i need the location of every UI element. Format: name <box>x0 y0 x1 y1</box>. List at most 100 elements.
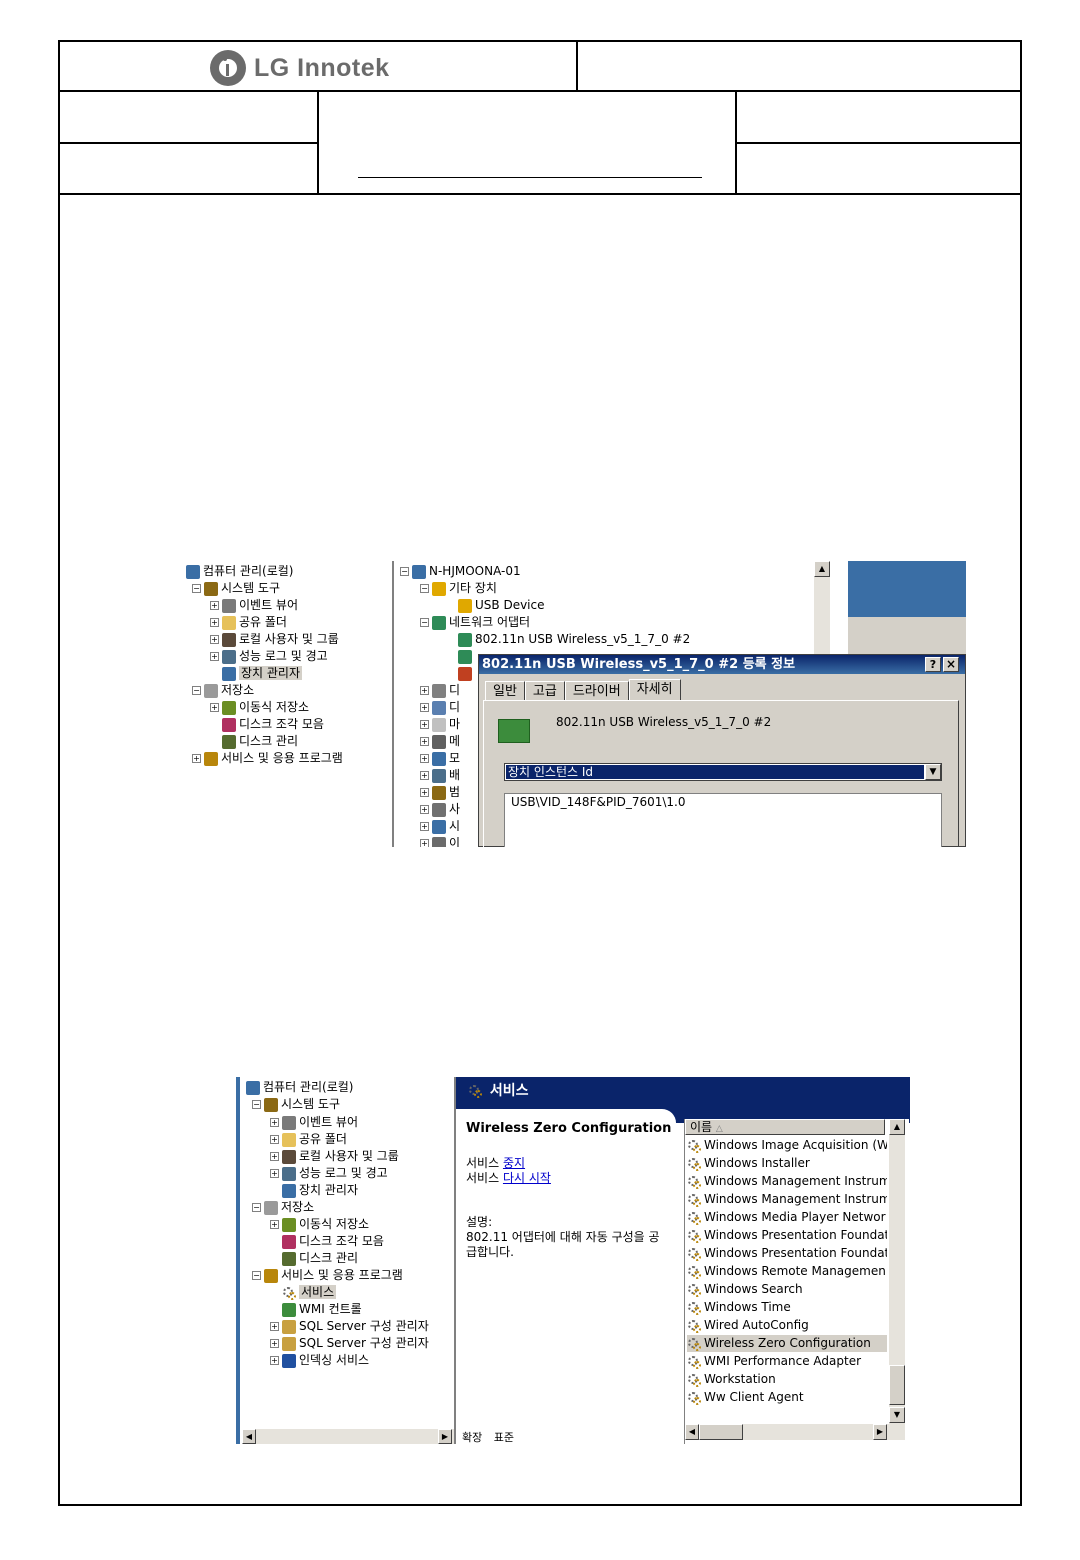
service-row[interactable]: Ww Client Agent <box>687 1389 887 1406</box>
tree-item-storage[interactable]: − 저장소 <box>252 1199 314 1216</box>
device-category-7[interactable]: + 사 <box>420 801 460 818</box>
tree-item-removable-storage[interactable]: + 이동식 저장소 <box>210 699 309 716</box>
tree-item-disk-management[interactable]: 디스크 관리 <box>222 733 298 750</box>
tree-root[interactable]: 컴퓨터 관리(로컬) <box>186 563 293 580</box>
vertical-scrollbar[interactable]: ▲ ▼ <box>889 1119 905 1424</box>
device-category-2[interactable]: + 마 <box>420 716 460 733</box>
chevron-down-icon[interactable]: ▼ <box>925 764 941 780</box>
expand-icon[interactable]: + <box>420 805 429 814</box>
tree-root[interactable]: 컴퓨터 관리(로컬) <box>246 1079 353 1096</box>
column-header-name[interactable]: 이름 △ <box>685 1119 885 1135</box>
expand-icon[interactable]: + <box>420 686 429 695</box>
tree-item-services-apps[interactable]: + 서비스 및 응용 프로그램 <box>192 750 343 767</box>
device-adapter-2[interactable] <box>458 648 475 665</box>
tree-item-services[interactable]: 서비스 <box>282 1284 337 1301</box>
tab-2[interactable]: 드라이버 <box>564 681 629 701</box>
horizontal-scrollbar[interactable]: ◀ ▶ <box>242 1429 454 1444</box>
device-root[interactable]: − N-HJMOONA-01 <box>400 563 521 580</box>
service-row[interactable]: Windows Installer <box>687 1155 887 1172</box>
list-horizontal-scrollbar[interactable]: ◀ ▶ <box>685 1424 905 1440</box>
scroll-left-button[interactable]: ◀ <box>685 1424 699 1440</box>
close-button[interactable]: × <box>943 657 959 672</box>
help-button[interactable]: ? <box>925 657 941 672</box>
device-adapter-1[interactable]: 802.11n USB Wireless_v5_1_7_0 #2 <box>458 631 690 648</box>
scroll-right-button[interactable]: ▶ <box>873 1424 887 1440</box>
tree-item-storage[interactable]: − 저장소 <box>192 682 254 699</box>
tree-item-services-apps[interactable]: − 서비스 및 응용 프로그램 <box>252 1267 403 1284</box>
device-category-4[interactable]: + 모 <box>420 750 460 767</box>
device-category-1[interactable]: + 디 <box>420 699 460 716</box>
expand-icon[interactable]: + <box>420 822 429 831</box>
tree-item-device-manager[interactable]: 장치 관리자 <box>222 665 303 682</box>
tree-item-event-viewer[interactable]: + 이벤트 뷰어 <box>270 1114 358 1131</box>
tree-item-system-tools[interactable]: − 시스템 도구 <box>192 580 280 597</box>
scroll-right-button[interactable]: ▶ <box>438 1429 452 1444</box>
tree-item-shared-folders[interactable]: + 공유 폴더 <box>210 614 287 631</box>
scroll-thumb[interactable] <box>699 1424 743 1440</box>
scroll-up-button[interactable]: ▲ <box>814 561 830 577</box>
device-category-6[interactable]: + 범 <box>420 784 460 801</box>
device-category-3[interactable]: + 메 <box>420 733 460 750</box>
expand-icon[interactable]: + <box>420 737 429 746</box>
tree-item-wmi[interactable]: WMI 컨트롤 <box>282 1301 362 1318</box>
tree-item-defrag[interactable]: 디스크 조각 모음 <box>222 716 324 733</box>
tree-item-shared-folders[interactable]: + 공유 폴더 <box>270 1131 347 1148</box>
tree-item-local-users[interactable]: + 로컬 사용자 및 그룹 <box>210 631 339 648</box>
tree-item-defrag[interactable]: 디스크 조각 모음 <box>282 1233 384 1250</box>
description-line-2: 급합니다. <box>466 1245 514 1259</box>
service-row[interactable]: Windows Presentation Foundat <box>687 1245 887 1262</box>
property-select[interactable]: 장치 인스턴스 Id ▼ <box>504 763 942 781</box>
expand-icon[interactable]: + <box>420 720 429 729</box>
tree-item-event-viewer[interactable]: + 이벤트 뷰어 <box>210 597 298 614</box>
stop-service-link[interactable]: 중지 <box>503 1156 525 1170</box>
properties-dialog: 802.11n USB Wireless_v5_1_7_0 #2 등록 정보 ?… <box>478 654 966 847</box>
tree-item-system-tools[interactable]: − 시스템 도구 <box>252 1096 340 1113</box>
service-row[interactable]: Windows Presentation Foundat <box>687 1227 887 1244</box>
tree-item-local-users[interactable]: + 로컬 사용자 및 그룹 <box>270 1148 399 1165</box>
service-row[interactable]: Windows Management Instrum <box>687 1191 887 1208</box>
tree-item-device-manager[interactable]: 장치 관리자 <box>282 1182 358 1199</box>
scroll-down-button[interactable]: ▼ <box>889 1407 905 1423</box>
service-row[interactable]: Windows Remote Managemen <box>687 1263 887 1280</box>
service-row[interactable]: Workstation <box>687 1371 887 1388</box>
tree-item-disk-management[interactable]: 디스크 관리 <box>282 1250 358 1267</box>
tree-item-perf-logs[interactable]: + 성능 로그 및 경고 <box>270 1165 388 1182</box>
scroll-up-button[interactable]: ▲ <box>889 1119 905 1135</box>
tree-item-indexing[interactable]: + 인덱싱 서비스 <box>270 1352 369 1369</box>
scroll-left-button[interactable]: ◀ <box>242 1429 256 1444</box>
expand-icon[interactable]: + <box>420 788 429 797</box>
device-usb[interactable]: USB Device <box>458 597 545 614</box>
scroll-thumb[interactable] <box>889 1365 905 1405</box>
tree-item-sql-1[interactable]: + SQL Server 구성 관리자 <box>270 1318 429 1335</box>
expand-icon[interactable]: + <box>420 839 429 847</box>
tab-0[interactable]: 일반 <box>485 681 525 701</box>
service-row[interactable]: Windows Time <box>687 1299 887 1316</box>
device-category-network[interactable]: − 네트워크 어댑터 <box>420 614 530 631</box>
expand-icon[interactable]: + <box>420 771 429 780</box>
service-row[interactable]: Windows Media Player Networ <box>687 1209 887 1226</box>
restart-line: 서비스 다시 시작 <box>466 1171 551 1185</box>
expand-icon[interactable]: + <box>420 754 429 763</box>
disk-management-icon <box>222 734 236 749</box>
expand-icon[interactable]: + <box>420 703 429 712</box>
tree-item-removable-storage[interactable]: + 이동식 저장소 <box>270 1216 369 1233</box>
restart-service-link[interactable]: 다시 시작 <box>503 1171 551 1185</box>
tree-item-sql-2[interactable]: + SQL Server 구성 관리자 <box>270 1335 429 1352</box>
tree-item-perf-logs[interactable]: + 성능 로그 및 경고 <box>210 648 328 665</box>
device-category-5[interactable]: + 배 <box>420 767 460 784</box>
service-row[interactable]: Windows Search <box>687 1281 887 1298</box>
device-category-9[interactable]: + 이 <box>420 835 460 847</box>
tab-1[interactable]: 고급 <box>524 681 565 701</box>
tab-standard[interactable]: 표준 <box>486 1431 514 1444</box>
device-category-other[interactable]: − 기타 장치 <box>420 580 497 597</box>
device-adapter-3[interactable] <box>458 665 475 682</box>
service-row[interactable]: Wireless Zero Configuration <box>687 1335 887 1352</box>
tab-extended[interactable]: 확장 <box>456 1431 482 1444</box>
service-row[interactable]: WMI Performance Adapter <box>687 1353 887 1370</box>
device-category-0[interactable]: + 디 <box>420 682 460 699</box>
device-category-8[interactable]: + 시 <box>420 818 460 835</box>
service-row[interactable]: Windows Image Acquisition (W <box>687 1137 887 1154</box>
service-row[interactable]: Windows Management Instrum <box>687 1173 887 1190</box>
service-row[interactable]: Wired AutoConfig <box>687 1317 887 1334</box>
tab-3[interactable]: 자세히 <box>628 679 681 701</box>
